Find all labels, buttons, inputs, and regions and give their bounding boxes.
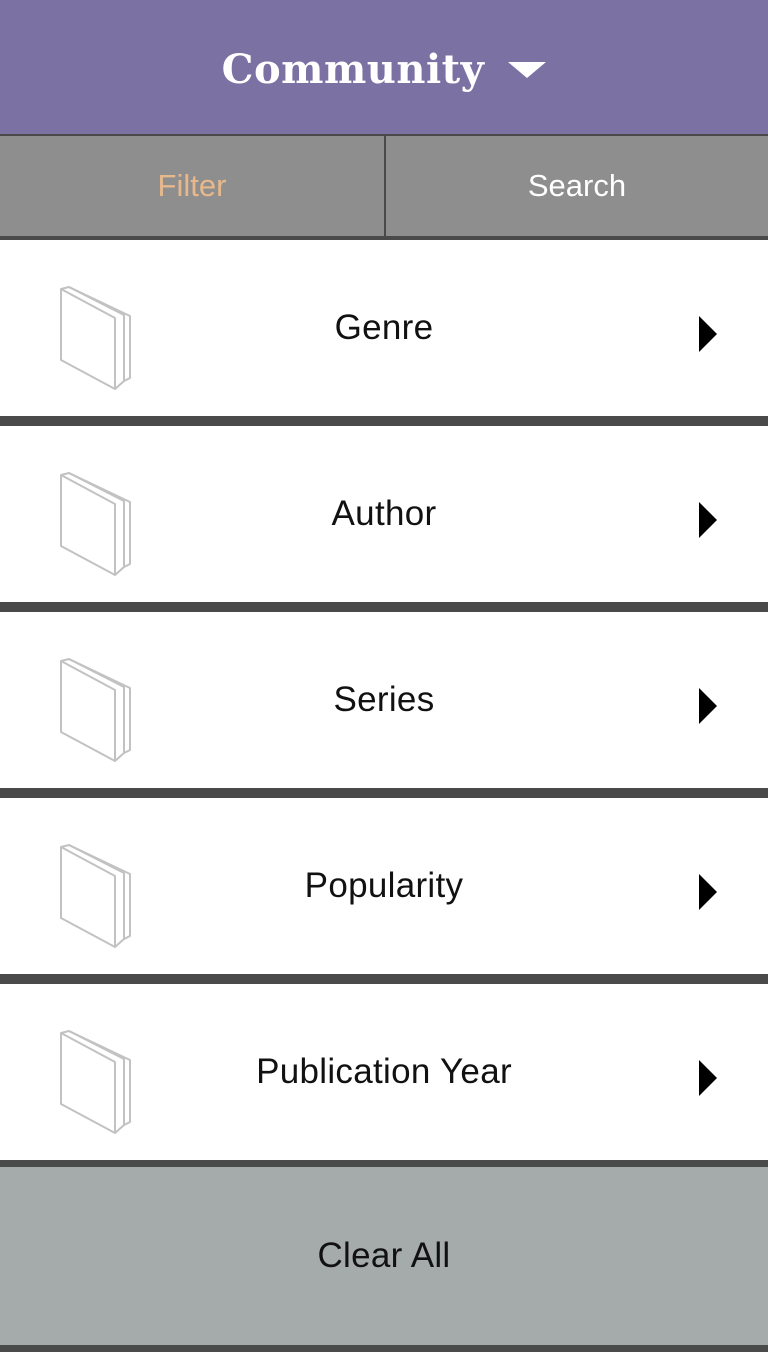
app-screen: Community Filter Search Genre Author Ser… — [0, 0, 768, 1352]
filter-row-label: Publication Year — [256, 1052, 512, 1091]
filter-row-genre[interactable]: Genre — [0, 240, 768, 416]
chevron-right-icon — [699, 316, 717, 352]
chevron-right-icon — [699, 502, 717, 538]
filter-row-publication-year[interactable]: Publication Year — [0, 984, 768, 1160]
page-title: Community — [221, 45, 485, 93]
filter-row-label: Genre — [334, 308, 434, 347]
filter-row-label: Popularity — [304, 866, 464, 905]
filter-row-author[interactable]: Author — [0, 426, 768, 602]
filter-row-label: Author — [331, 494, 437, 533]
chevron-right-icon — [699, 874, 717, 910]
filter-row-popularity[interactable]: Popularity — [0, 798, 768, 974]
filter-row-label: Series — [333, 680, 435, 719]
header-bar: Community — [0, 0, 768, 134]
tab-bar: Filter Search — [0, 134, 768, 236]
chevron-right-icon — [699, 1060, 717, 1096]
filter-row-series[interactable]: Series — [0, 612, 768, 788]
clear-all-button[interactable]: Clear All — [0, 1167, 768, 1345]
chevron-down-icon — [508, 62, 547, 78]
community-dropdown[interactable]: Community — [222, 46, 547, 93]
tab-filter[interactable]: Filter — [0, 136, 384, 236]
chevron-right-icon — [699, 688, 717, 724]
tab-search[interactable]: Search — [386, 136, 768, 236]
